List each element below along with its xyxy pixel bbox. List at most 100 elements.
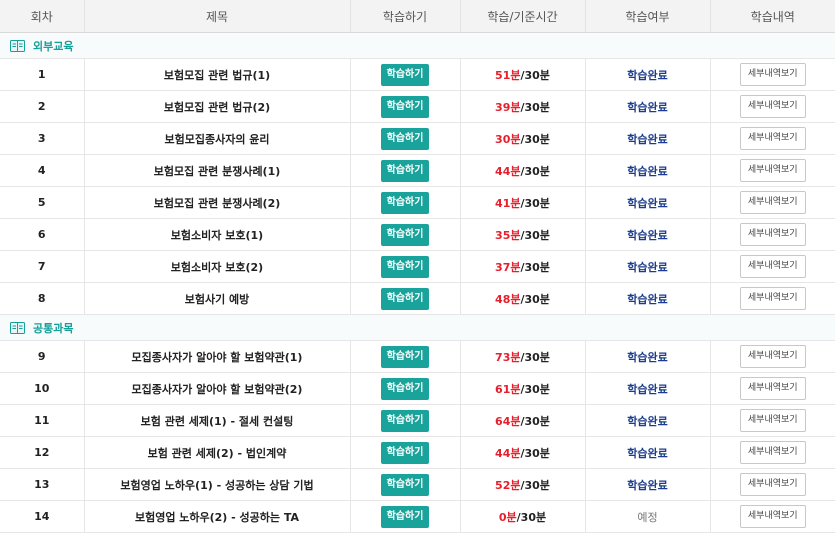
course-title: 보험소비자 보호(2)	[84, 250, 351, 283]
study-button[interactable]: 학습하기	[380, 127, 430, 150]
table-row: 12 보험 관련 세제(2) - 법인계약 학습하기 44분/30분 학습완료 세부내역보…	[0, 436, 835, 469]
course-title: 보험모집 관련 법규(2)	[84, 90, 351, 123]
table-row: 13 보험영업 노하우(1) - 성공하는 상담 기법 학습하기 52분/30분 학습완…	[0, 468, 835, 501]
table-row: 6 보험소비자 보호(1) 학습하기 35분/30분 학습완료 세부내역보기	[0, 218, 835, 251]
course-title: 모집종사자가 알아야 할 보험약관(2)	[84, 372, 351, 405]
detail-button[interactable]: 세부내역보기	[739, 345, 806, 368]
status-cell: 학습완료	[585, 58, 711, 91]
study-cell: 학습하기	[350, 282, 461, 315]
row-number: 2	[0, 90, 85, 123]
time-standard: /30분	[516, 510, 547, 524]
row-number: 8	[0, 282, 85, 315]
study-cell: 학습하기	[350, 404, 461, 437]
time-cell: 61분/30분	[460, 372, 586, 405]
time-cell: 51분/30분	[460, 58, 586, 91]
detail-cell: 세부내역보기	[710, 282, 835, 315]
status-cell: 학습완료	[585, 468, 711, 501]
study-button[interactable]: 학습하기	[380, 377, 430, 400]
course-title: 보험영업 노하우(2) - 성공하는 TA	[84, 500, 351, 533]
table-row: 14 보험영업 노하우(2) - 성공하는 TA 학습하기 0분/30분 예정 세부내역보…	[0, 500, 835, 533]
detail-cell: 세부내역보기	[710, 250, 835, 283]
row-number: 3	[0, 122, 85, 155]
detail-cell: 세부내역보기	[710, 404, 835, 437]
time-standard: /30분	[520, 350, 550, 364]
detail-button[interactable]: 세부내역보기	[739, 441, 806, 464]
row-number: 9	[0, 340, 85, 373]
status-cell: 학습완료	[585, 436, 711, 469]
header-history: 학습내역	[710, 0, 835, 33]
time-standard: /30분	[520, 228, 550, 242]
book-icon	[10, 321, 25, 334]
time-standard: /30분	[520, 196, 550, 210]
header-title: 제목	[84, 0, 351, 33]
time-standard: /30분	[520, 100, 550, 114]
time-standard: /30분	[520, 68, 550, 82]
study-cell: 학습하기	[350, 468, 461, 501]
study-button[interactable]: 학습하기	[380, 95, 430, 118]
study-button[interactable]: 학습하기	[380, 473, 430, 496]
status-badge: 학습완료	[627, 350, 668, 364]
course-title: 보험모집종사자의 윤리	[84, 122, 351, 155]
detail-cell: 세부내역보기	[710, 340, 835, 373]
header-time: 학습/기준시간	[460, 0, 586, 33]
course-title: 보험 관련 세제(2) - 법인계약	[84, 436, 351, 469]
study-button[interactable]: 학습하기	[380, 63, 430, 86]
detail-button[interactable]: 세부내역보기	[739, 191, 806, 214]
course-title: 모집종사자가 알아야 할 보험약관(1)	[84, 340, 351, 373]
detail-cell: 세부내역보기	[710, 218, 835, 251]
time-cell: 44분/30분	[460, 154, 586, 187]
time-cell: 37분/30분	[460, 250, 586, 283]
row-number: 14	[0, 500, 85, 533]
detail-button[interactable]: 세부내역보기	[739, 255, 806, 278]
detail-button[interactable]: 세부내역보기	[739, 127, 806, 150]
course-title: 보험영업 노하우(1) - 성공하는 상담 기법	[84, 468, 351, 501]
table-row: 1 보험모집 관련 법규(1) 학습하기 51분/30분 학습완료 세부내역보기	[0, 58, 835, 91]
study-button[interactable]: 학습하기	[380, 441, 430, 464]
row-number: 5	[0, 186, 85, 219]
detail-cell: 세부내역보기	[710, 154, 835, 187]
study-button[interactable]: 학습하기	[380, 159, 430, 182]
study-cell: 학습하기	[350, 154, 461, 187]
status-badge: 예정	[637, 510, 658, 524]
detail-button[interactable]: 세부내역보기	[739, 223, 806, 246]
table-row: 4 보험모집 관련 분쟁사례(1) 학습하기 44분/30분 학습완료 세부내역보기	[0, 154, 835, 187]
section-title: 외부교육	[33, 39, 74, 53]
status-cell: 학습완료	[585, 404, 711, 437]
book-icon	[10, 39, 25, 52]
section-row: 공통과목	[0, 314, 835, 341]
detail-button[interactable]: 세부내역보기	[739, 505, 806, 528]
status-cell: 학습완료	[585, 90, 711, 123]
study-button[interactable]: 학습하기	[380, 409, 430, 432]
detail-button[interactable]: 세부내역보기	[739, 287, 806, 310]
detail-button[interactable]: 세부내역보기	[739, 473, 806, 496]
row-number: 12	[0, 436, 85, 469]
study-cell: 학습하기	[350, 122, 461, 155]
detail-cell: 세부내역보기	[710, 122, 835, 155]
row-number: 1	[0, 58, 85, 91]
detail-button[interactable]: 세부내역보기	[739, 95, 806, 118]
header-no: 회차	[0, 0, 85, 33]
status-cell: 학습완료	[585, 282, 711, 315]
time-spent: 0분	[498, 510, 517, 524]
detail-button[interactable]: 세부내역보기	[739, 377, 806, 400]
study-button[interactable]: 학습하기	[380, 287, 430, 310]
status-badge: 학습완료	[627, 68, 668, 82]
study-button[interactable]: 학습하기	[380, 223, 430, 246]
course-table: 회차 제목 학습하기 학습/기준시간 학습여부 학습내역 외부교육 1 보험모집 관…	[0, 0, 835, 533]
course-title: 보험사기 예방	[84, 282, 351, 315]
detail-button[interactable]: 세부내역보기	[739, 409, 806, 432]
study-cell: 학습하기	[350, 436, 461, 469]
study-button[interactable]: 학습하기	[380, 255, 430, 278]
course-title: 보험모집 관련 분쟁사례(1)	[84, 154, 351, 187]
detail-button[interactable]: 세부내역보기	[739, 63, 806, 86]
course-title: 보험모집 관련 법규(1)	[84, 58, 351, 91]
detail-button[interactable]: 세부내역보기	[739, 159, 806, 182]
status-badge: 학습완료	[627, 228, 668, 242]
time-spent: 44분	[495, 446, 521, 460]
detail-cell: 세부내역보기	[710, 58, 835, 91]
study-button[interactable]: 학습하기	[380, 505, 430, 528]
study-button[interactable]: 학습하기	[380, 345, 430, 368]
study-button[interactable]: 학습하기	[380, 191, 430, 214]
status-cell: 학습완료	[585, 186, 711, 219]
time-spent: 52분	[495, 478, 521, 492]
